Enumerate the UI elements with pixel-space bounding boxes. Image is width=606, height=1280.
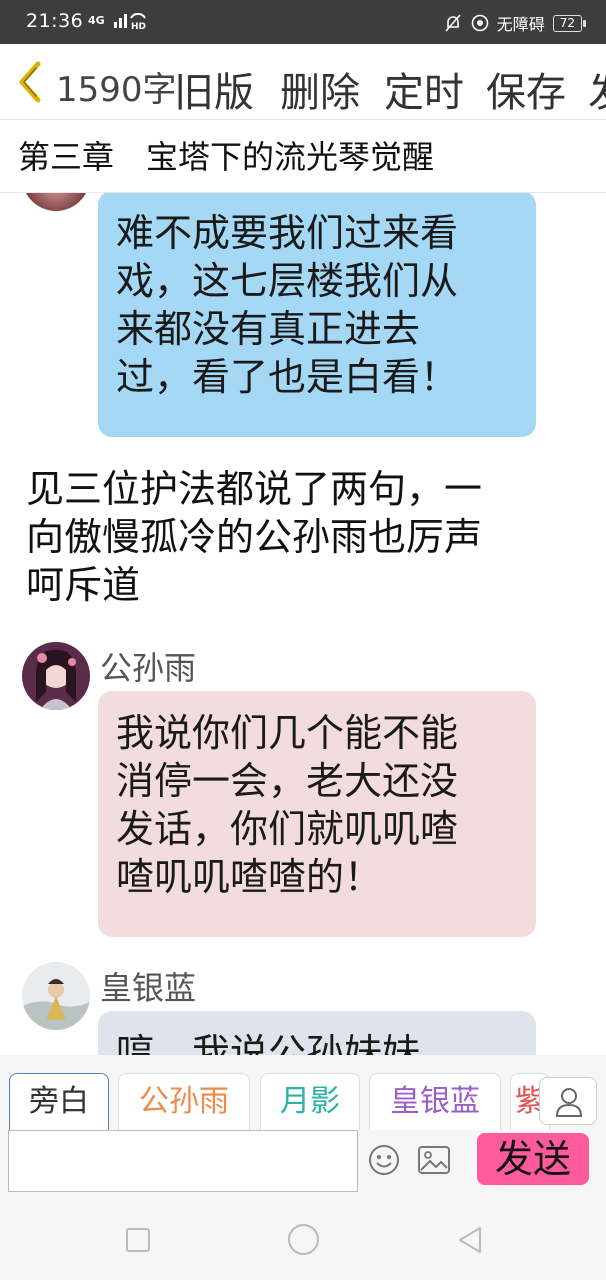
word-count: 1590字	[56, 70, 177, 110]
input-bar: 发送	[0, 1130, 606, 1198]
avatar-portrait-icon	[22, 642, 90, 710]
back-triangle-icon[interactable]	[456, 1225, 484, 1255]
network-indicator: HD	[114, 10, 148, 35]
role-selector: 旁白 公孙雨 月影 皇银蓝 紫	[0, 1055, 606, 1133]
avatar-huangyinlan[interactable]	[22, 962, 90, 1030]
bubble-line: 消停一会，老大还没	[116, 759, 459, 803]
bubble-line: 戏，这七层楼我们从	[116, 259, 459, 303]
speaker-name: 皇银蓝	[100, 969, 197, 1007]
chat-bubble[interactable]: 我说你们几个能不能 消停一会，老大还没 发话，你们就叽叽喳 喳叽叽喳喳的！	[98, 691, 536, 937]
status-bar: 21:36 4G HD 无障碍 72	[0, 0, 606, 44]
narration-line: 呵斥道	[26, 563, 141, 607]
chevron-left-icon[interactable]	[14, 60, 46, 104]
accessibility-icon	[471, 14, 489, 32]
old-version-button[interactable]: 旧版	[174, 60, 254, 118]
signal-bars-icon: HD	[114, 12, 146, 32]
avatar-gongsunyu[interactable]	[22, 642, 90, 710]
delete-button[interactable]: 删除	[280, 60, 360, 118]
schedule-button[interactable]: 定时	[384, 60, 464, 118]
narration-line: 见三位护法都说了两句，一	[26, 467, 483, 511]
role-tab-gongsunyu[interactable]: 公孙雨	[118, 1073, 250, 1131]
narration-text[interactable]: 见三位护法都说了两句，一 向傲慢孤冷的公孙雨也厉声 呵斥道	[26, 465, 566, 609]
chat-bubble[interactable]: 难不成要我们过来看 戏，这七层楼我们从 来都没有真正进去 过，看了也是白看！	[98, 193, 536, 437]
send-button[interactable]: 发送	[477, 1133, 589, 1185]
signal-indicator: 4G	[88, 14, 105, 27]
chat-bubble[interactable]: 哼，我说公孙妹妹	[98, 1011, 536, 1055]
status-right-group: 无障碍 72	[443, 11, 587, 35]
home-button[interactable]	[288, 1224, 319, 1255]
speaker-name: 公孙雨	[100, 649, 197, 687]
role-label: 旁白	[29, 1084, 89, 1119]
message-input[interactable]	[8, 1130, 358, 1192]
bubble-line: 过，看了也是白看！	[116, 355, 459, 399]
role-label: 皇银蓝	[390, 1084, 480, 1119]
person-icon	[555, 1088, 583, 1117]
recents-button[interactable]	[126, 1228, 150, 1252]
role-label: 公孙雨	[139, 1084, 229, 1119]
smiley-icon[interactable]	[368, 1144, 400, 1176]
avatar-portrait-icon	[22, 962, 90, 1030]
role-tab-yueying[interactable]: 月影	[260, 1073, 360, 1131]
status-time: 21:36	[26, 10, 84, 32]
publish-button[interactable]: 发	[588, 60, 606, 118]
mute-bell-icon	[445, 14, 461, 32]
bubble-line: 难不成要我们过来看	[116, 211, 459, 255]
accessibility-label: 无障碍	[496, 15, 545, 34]
role-tab-narrator[interactable]: 旁白	[9, 1073, 109, 1131]
editor-toolbar: 1590字 旧版 删除 定时 保存 发	[0, 44, 606, 120]
chapter-title[interactable]: 第三章 宝塔下的流光琴觉醒	[18, 132, 434, 178]
battery-indicator: 72	[552, 14, 587, 32]
save-button[interactable]: 保存	[486, 60, 566, 118]
role-tab-huangyinlan[interactable]: 皇银蓝	[369, 1073, 501, 1131]
bubble-line: 我说你们几个能不能	[116, 711, 459, 755]
bubble-line: 哼，我说公孙妹妹	[116, 1031, 421, 1055]
network-type-label: HD	[131, 22, 146, 30]
image-icon[interactable]	[418, 1146, 450, 1174]
bubble-line: 发话，你们就叽叽喳	[116, 807, 459, 851]
narration-line: 向傲慢孤冷的公孙雨也厉声	[26, 515, 483, 559]
avatar[interactable]	[22, 193, 90, 211]
bubble-line: 来都没有真正进去	[116, 307, 421, 351]
system-nav-bar	[0, 1198, 606, 1280]
add-role-button[interactable]	[539, 1077, 597, 1125]
role-label: 月影	[280, 1084, 340, 1119]
bubble-line: 喳叽叽喳喳的！	[116, 855, 383, 899]
chat-area[interactable]: 难不成要我们过来看 戏，这七层楼我们从 来都没有真正进去 过，看了也是白看！ 见…	[0, 193, 606, 1055]
